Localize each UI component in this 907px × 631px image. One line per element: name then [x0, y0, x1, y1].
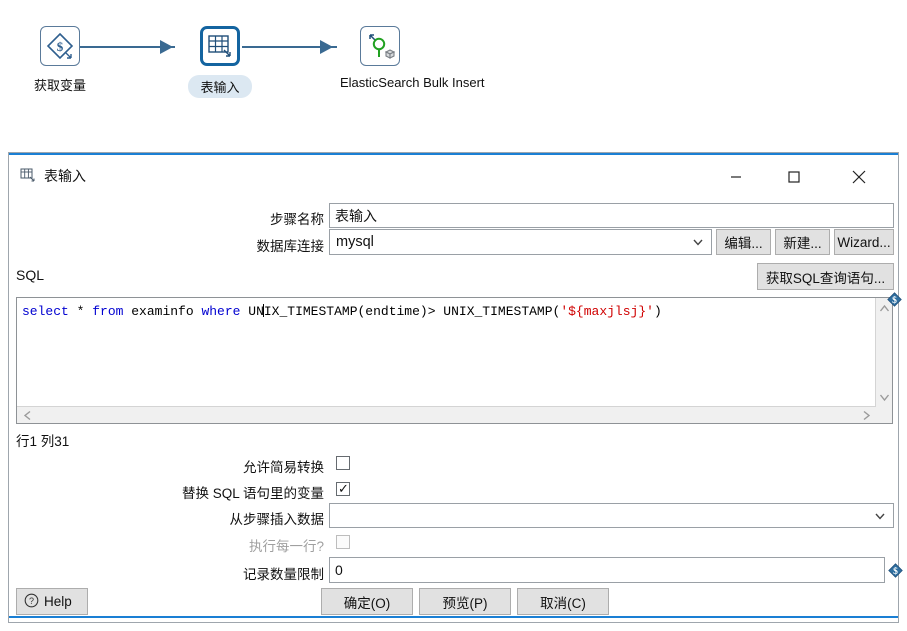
flow-node-table-input[interactable]: 表输入	[180, 26, 260, 98]
sql-hscroll-thumb[interactable]	[33, 408, 843, 422]
help-button-label: Help	[44, 594, 72, 609]
scrollbar-corner	[876, 407, 892, 423]
sql-token: IX_TIMESTAMP(endtime)> UNIX_TIMESTAMP(	[263, 304, 561, 319]
scroll-down-icon[interactable]	[876, 389, 892, 405]
preview-button[interactable]: 预览(P)	[419, 588, 511, 615]
connection-label: 数据库连接	[256, 239, 325, 254]
execute-each-row-checkbox	[336, 535, 350, 549]
insert-from-step-label: 从步骤插入数据	[229, 512, 325, 527]
cursor-position-text: 行1 列31	[16, 434, 70, 449]
help-button[interactable]: ? Help	[16, 588, 88, 615]
replace-variables-label: 替换 SQL 语句里的变量	[181, 486, 324, 501]
step-name-input[interactable]	[329, 203, 894, 228]
connection-value: mysql	[336, 234, 374, 250]
get-variable-node-box[interactable]: $	[40, 26, 80, 66]
table-input-dialog: 表输入 步骤名称 数据库连接 mysql 编辑... 新建... Wizard.…	[8, 152, 903, 623]
svg-text:$: $	[893, 566, 898, 577]
table-input-icon	[20, 167, 37, 184]
replace-variables-checkbox[interactable]: ✓	[336, 482, 350, 496]
sql-token: *	[68, 304, 93, 319]
simple-convert-label: 允许简易转换	[243, 460, 324, 475]
connection-edit-button[interactable]: 编辑...	[716, 229, 771, 255]
step-name-label: 步骤名称	[270, 212, 324, 227]
flow-arrowhead-2	[320, 40, 333, 54]
flow-node-label: 获取变量	[33, 78, 86, 93]
simple-convert-checkbox[interactable]	[336, 456, 350, 470]
table-input-node-box[interactable]	[200, 26, 240, 66]
execute-each-row-label: 执行每一行?	[248, 539, 324, 554]
sql-token: )	[653, 304, 662, 319]
help-icon: ?	[24, 593, 39, 611]
flow-node-label: 表输入	[188, 75, 252, 98]
variable-diamond-icon[interactable]: $	[888, 563, 903, 578]
svg-text:$: $	[892, 295, 897, 306]
flow-node-elasticsearch-bulk-insert[interactable]: ElasticSearch Bulk Insert	[340, 26, 485, 90]
connection-wizard-button[interactable]: Wizard...	[834, 229, 894, 255]
connection-new-button[interactable]: 新建...	[775, 229, 830, 255]
svg-text:$: $	[57, 39, 64, 54]
sql-token: '${maxjlsj}'	[560, 304, 654, 319]
elasticsearch-node-box[interactable]	[360, 26, 400, 66]
screen: $ 获取变量 表输入 ElasticSearch Bulk Insert 表输入…	[0, 0, 907, 631]
cancel-button[interactable]: 取消(C)	[517, 588, 609, 615]
sql-code-text[interactable]: select * from examinfo where UNIX_TIMEST…	[22, 303, 662, 320]
sql-token: UN	[240, 304, 264, 319]
flow-node-label: ElasticSearch Bulk Insert	[340, 75, 485, 90]
limit-label: 记录数量限制	[243, 567, 324, 582]
connection-combo[interactable]: mysql	[329, 229, 712, 255]
sql-token: select	[22, 304, 69, 319]
variable-diamond-icon[interactable]: $	[887, 292, 902, 307]
dialog-title: 表输入	[44, 168, 86, 184]
transformation-canvas[interactable]: $ 获取变量 表输入 ElasticSearch Bulk Insert	[0, 0, 907, 140]
close-icon[interactable]	[836, 157, 882, 197]
scroll-right-icon[interactable]	[858, 407, 874, 423]
check-icon: ✓	[338, 481, 349, 496]
dialog-titlebar[interactable]: 表输入	[9, 155, 898, 197]
sql-horizontal-scrollbar[interactable]	[17, 406, 876, 423]
sql-editor[interactable]: select * from examinfo where UNIX_TIMEST…	[16, 297, 893, 424]
get-sql-button[interactable]: 获取SQL查询语句...	[757, 263, 894, 290]
limit-input[interactable]	[329, 557, 885, 583]
sql-token: from	[92, 304, 124, 319]
sql-label: SQL	[16, 267, 45, 283]
sql-token: where	[201, 304, 241, 319]
svg-text:?: ?	[29, 596, 34, 606]
insert-from-step-combo[interactable]	[329, 503, 894, 528]
maximize-icon[interactable]	[771, 157, 817, 197]
sql-token: examinfo	[123, 304, 202, 319]
flow-arrowhead-1	[160, 40, 173, 54]
ok-button[interactable]: 确定(O)	[321, 588, 413, 615]
sql-vertical-scrollbar[interactable]	[875, 298, 892, 407]
chevron-down-icon[interactable]	[871, 504, 889, 527]
flow-node-get-variable[interactable]: $ 获取变量	[20, 26, 100, 94]
minimize-icon[interactable]	[713, 157, 759, 197]
dialog-bottom-accent-line	[9, 616, 898, 618]
chevron-down-icon[interactable]	[689, 230, 707, 254]
